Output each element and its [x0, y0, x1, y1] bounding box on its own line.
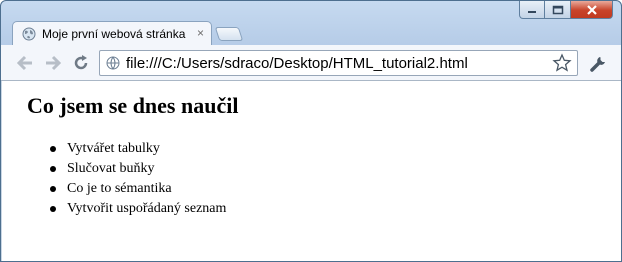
star-icon[interactable] [552, 53, 572, 73]
close-window-button[interactable] [571, 1, 613, 19]
wrench-icon[interactable] [589, 53, 609, 73]
new-tab-button[interactable] [214, 27, 244, 41]
maximize-icon [552, 5, 563, 14]
list-item: Vytvořit uspořádaný seznam [50, 199, 227, 219]
page-heading: Co jsem se dnes naučil [27, 93, 239, 118]
tab-current[interactable]: Moje první webová stránka × [12, 21, 212, 45]
bullet [50, 166, 56, 172]
forward-button[interactable] [43, 54, 63, 72]
maximize-button[interactable] [545, 1, 571, 19]
bullet [50, 186, 56, 192]
url-text[interactable]: file:///C:/Users/sdraco/Desktop/HTML_tut… [126, 55, 468, 72]
forward-icon [46, 55, 62, 71]
tab-strip: Moje první webová stránka × [1, 21, 621, 45]
reload-button[interactable] [71, 54, 91, 72]
bullet [50, 206, 56, 212]
reload-icon [74, 55, 88, 70]
globe-icon [22, 27, 36, 40]
list-item: Co je to sémantika [50, 179, 226, 199]
tab-close-icon[interactable]: × [197, 27, 204, 39]
back-button[interactable] [15, 54, 35, 72]
list-item-text: Vytvořit uspořádaný seznam [67, 201, 227, 216]
globe-icon [106, 56, 120, 70]
minimize-icon [528, 10, 536, 13]
minimize-button[interactable] [519, 1, 545, 19]
learned-list: Vytvářet tabulky Slučovat buňky Co je to… [27, 139, 226, 219]
window-controls [519, 1, 613, 21]
list-item-text: Slučovat buňky [67, 161, 155, 176]
list-item-text: Vytvářet tabulky [67, 141, 160, 156]
back-icon [16, 55, 32, 71]
browser-window: Moje první webová stránka × file:///C:/U… [0, 0, 622, 262]
list-item: Slučovat buňky [50, 159, 226, 179]
list-item-text: Co je to sémantika [67, 181, 172, 196]
address-bar[interactable]: file:///C:/Users/sdraco/Desktop/HTML_tut… [99, 50, 578, 76]
list-item: Vytvářet tabulky [50, 139, 226, 159]
tab-title: Moje první webová stránka [42, 26, 186, 41]
page-content: Co jsem se dnes naučil Vytvářet tabulky … [1, 81, 621, 261]
bullet [50, 146, 56, 152]
close-icon [586, 4, 597, 15]
toolbar: file:///C:/Users/sdraco/Desktop/HTML_tut… [1, 45, 621, 81]
